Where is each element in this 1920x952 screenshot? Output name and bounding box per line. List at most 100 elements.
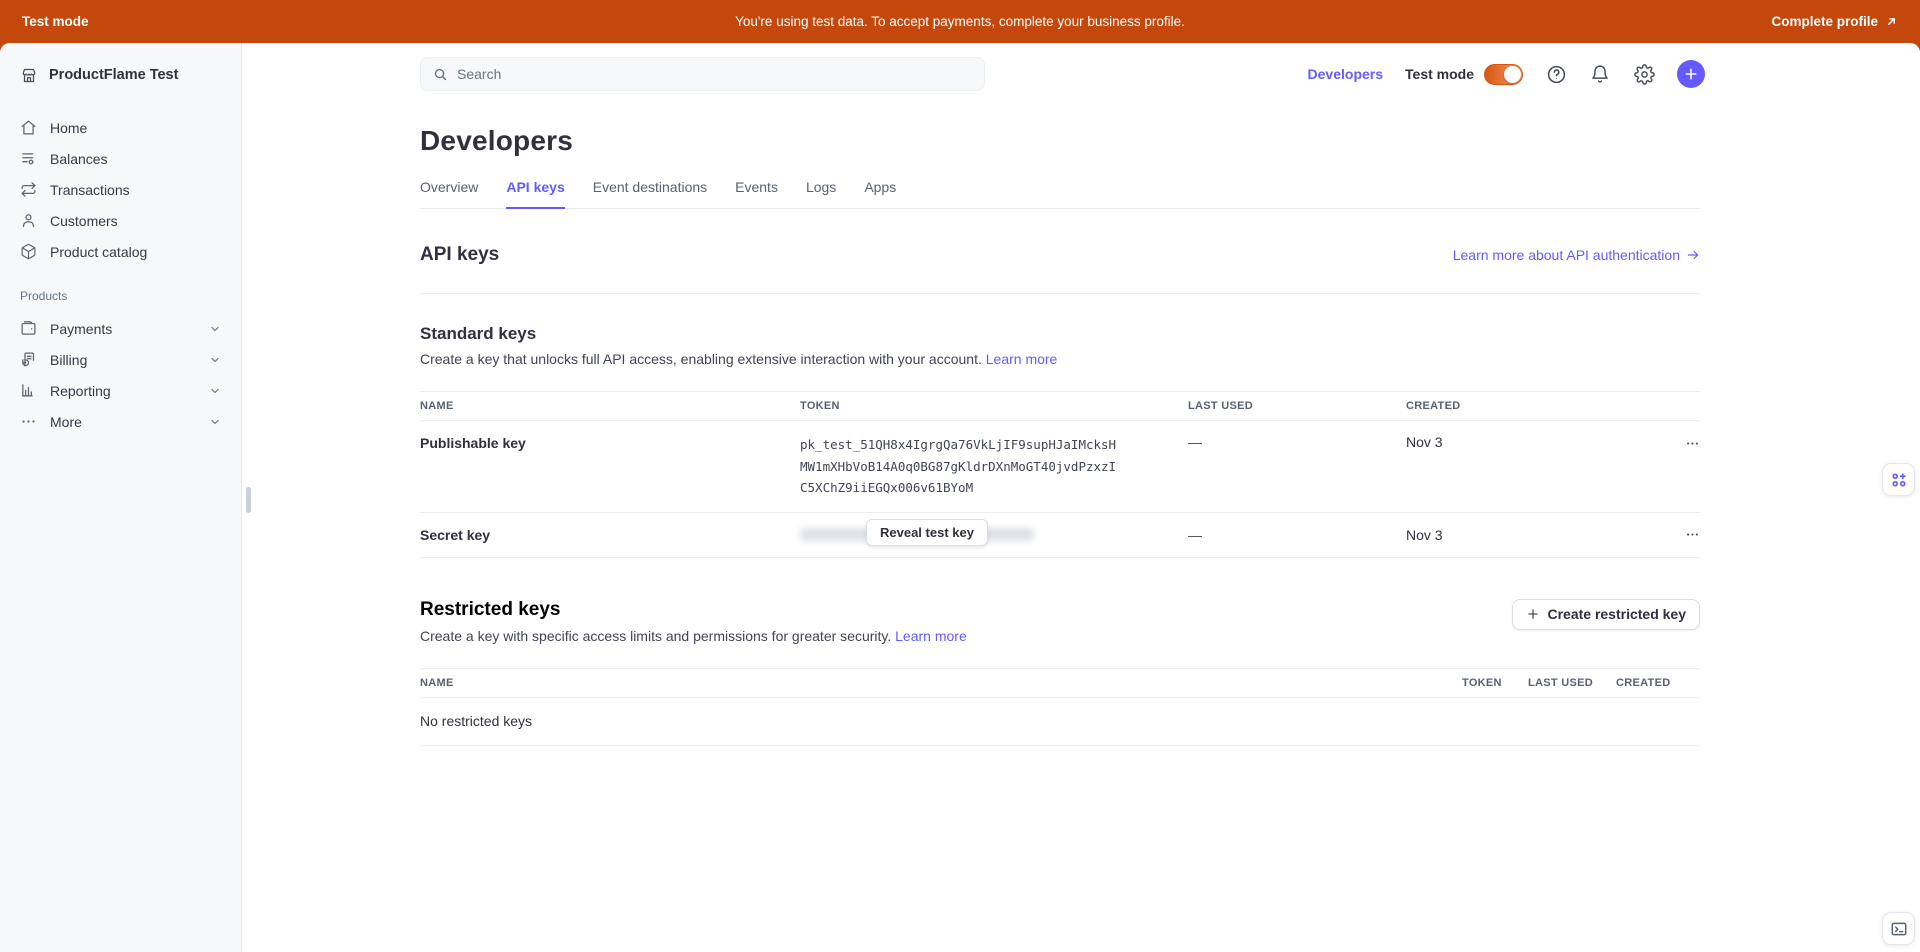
key-name: Publishable key <box>420 434 800 451</box>
page-content: Developers Overview API keys Event desti… <box>420 125 1700 746</box>
sidebar-item-payments[interactable]: Payments <box>0 313 241 344</box>
balances-icon <box>20 150 38 168</box>
last-used-value: — <box>1188 434 1406 450</box>
settings-gear-icon[interactable] <box>1633 63 1655 85</box>
chevron-down-icon <box>209 354 221 366</box>
learn-more-api-auth-label: Learn more about API authentication <box>1453 247 1680 263</box>
bar-chart-icon <box>20 382 38 400</box>
standard-keys-description: Create a key that unlocks full API acces… <box>420 351 1700 367</box>
sidebar-item-more[interactable]: More <box>0 406 241 437</box>
package-icon <box>20 243 38 261</box>
row-overflow-menu-icon[interactable] <box>1685 526 1700 544</box>
column-header-name: NAME <box>420 400 800 412</box>
sidebar-item-product-catalog[interactable]: Product catalog <box>0 236 241 267</box>
developers-link[interactable]: Developers <box>1308 66 1383 82</box>
restricted-keys-heading: Restricted keys <box>420 599 967 621</box>
sidebar-item-home[interactable]: Home <box>0 112 241 143</box>
tab-logs[interactable]: Logs <box>806 179 836 209</box>
storefront-icon <box>20 66 38 84</box>
tab-bar: Overview API keys Event destinations Eve… <box>420 179 1700 209</box>
tab-api-keys[interactable]: API keys <box>506 179 564 209</box>
tab-events[interactable]: Events <box>735 179 778 209</box>
column-header-token: TOKEN <box>800 400 1188 412</box>
app-shell: ProductFlame Test Home Balances Transact… <box>0 43 1920 952</box>
toggle-knob <box>1504 66 1521 83</box>
learn-more-api-auth-link[interactable]: Learn more about API authentication <box>1453 247 1700 263</box>
chevron-down-icon <box>209 416 221 428</box>
search-input[interactable] <box>457 66 972 82</box>
restricted-keys-learn-more-link[interactable]: Learn more <box>895 628 967 644</box>
sidebar-item-label: Balances <box>50 151 108 167</box>
table-row-publishable-key: Publishable key pk_test_51QH8x4IgrgQa76V… <box>420 421 1700 513</box>
tab-apps[interactable]: Apps <box>864 179 896 209</box>
sidebar-item-label: Payments <box>50 321 112 337</box>
reveal-test-key-button[interactable]: Reveal test key <box>866 519 988 546</box>
banner-message: You're using test data. To accept paymen… <box>735 14 1185 29</box>
notifications-bell-icon[interactable] <box>1589 63 1611 85</box>
sidebar: ProductFlame Test Home Balances Transact… <box>0 43 242 952</box>
customers-icon <box>20 212 38 230</box>
publishable-key-token[interactable]: pk_test_51QH8x4IgrgQa76VkLjIF9supHJaIMck… <box>800 434 1188 499</box>
sidebar-nav: Home Balances Transactions Customers <box>0 100 241 267</box>
sidebar-item-reporting[interactable]: Reporting <box>0 375 241 406</box>
create-restricted-key-button[interactable]: Create restricted key <box>1512 599 1700 630</box>
search-bar[interactable] <box>420 57 985 91</box>
business-switcher[interactable]: ProductFlame Test <box>0 43 241 100</box>
test-mode-toggle-group: Test mode <box>1405 64 1523 85</box>
test-mode-banner: Test mode You're using test data. To acc… <box>0 0 1920 43</box>
add-account-avatar-button[interactable] <box>1677 60 1705 88</box>
sidebar-resize-handle[interactable] <box>246 487 251 513</box>
page-title: Developers <box>420 125 1700 157</box>
key-name: Secret key <box>420 526 800 543</box>
sidebar-item-label: More <box>50 414 82 430</box>
restricted-keys-table-header: NAME TOKEN LAST USED CREATED <box>420 668 1700 698</box>
column-header-name: NAME <box>420 677 1462 689</box>
restricted-keys-description-text: Create a key with specific access limits… <box>420 628 891 644</box>
row-overflow-menu-icon[interactable] <box>1685 434 1700 452</box>
sidebar-item-billing[interactable]: Billing <box>0 344 241 375</box>
topbar: Developers Test mode <box>242 43 1920 101</box>
sidebar-item-label: Home <box>50 120 87 136</box>
column-header-created: CREATED <box>1616 677 1700 689</box>
test-mode-label: Test mode <box>1405 66 1474 82</box>
tab-overview[interactable]: Overview <box>420 179 478 209</box>
created-value: Nov 3 <box>1406 527 1663 543</box>
restricted-keys-section: Restricted keys Create a key with specif… <box>420 599 1700 746</box>
invoice-icon <box>20 351 38 369</box>
column-header-last-used: LAST USED <box>1188 400 1406 412</box>
sidebar-item-transactions[interactable]: Transactions <box>0 174 241 205</box>
sidebar-item-label: Customers <box>50 213 118 229</box>
standard-keys-description-text: Create a key that unlocks full API acces… <box>420 351 982 367</box>
test-mode-toggle[interactable] <box>1484 64 1523 85</box>
home-icon <box>20 119 38 137</box>
grid-plus-icon <box>1890 471 1908 489</box>
restricted-keys-description: Create a key with specific access limits… <box>420 628 967 644</box>
tab-event-destinations[interactable]: Event destinations <box>593 179 707 209</box>
create-restricted-key-label: Create restricted key <box>1547 606 1686 622</box>
topbar-actions: Developers Test mode <box>1308 60 1705 88</box>
transactions-icon <box>20 181 38 199</box>
terminal-console-button[interactable] <box>1882 912 1915 945</box>
table-row-secret-key: Secret key Reveal test key — Nov 3 <box>420 513 1700 558</box>
arrow-right-icon <box>1686 248 1700 262</box>
sidebar-item-balances[interactable]: Balances <box>0 143 241 174</box>
main-area: Developers Test mode <box>242 43 1920 952</box>
sidebar-item-label: Transactions <box>50 182 130 198</box>
chevron-down-icon <box>209 385 221 397</box>
complete-profile-button[interactable]: Complete profile <box>1771 14 1898 29</box>
sidebar-products-nav: Payments Billing Reporting <box>0 311 241 437</box>
terminal-icon <box>1890 920 1908 938</box>
help-icon[interactable] <box>1545 63 1567 85</box>
empty-state-message: No restricted keys <box>420 698 1700 746</box>
secret-key-token-masked: Reveal test key <box>800 520 1188 550</box>
standard-keys-learn-more-link[interactable]: Learn more <box>986 351 1058 367</box>
last-used-value: — <box>1188 527 1406 543</box>
complete-profile-label: Complete profile <box>1771 14 1878 29</box>
sidebar-item-label: Billing <box>50 352 87 368</box>
standard-keys-section: Standard keys Create a key that unlocks … <box>420 324 1700 558</box>
sidebar-item-customers[interactable]: Customers <box>0 205 241 236</box>
products-section-label: Products <box>0 267 241 311</box>
plus-icon <box>1526 607 1540 621</box>
created-value: Nov 3 <box>1406 434 1663 450</box>
widgets-grid-button[interactable] <box>1882 463 1915 496</box>
